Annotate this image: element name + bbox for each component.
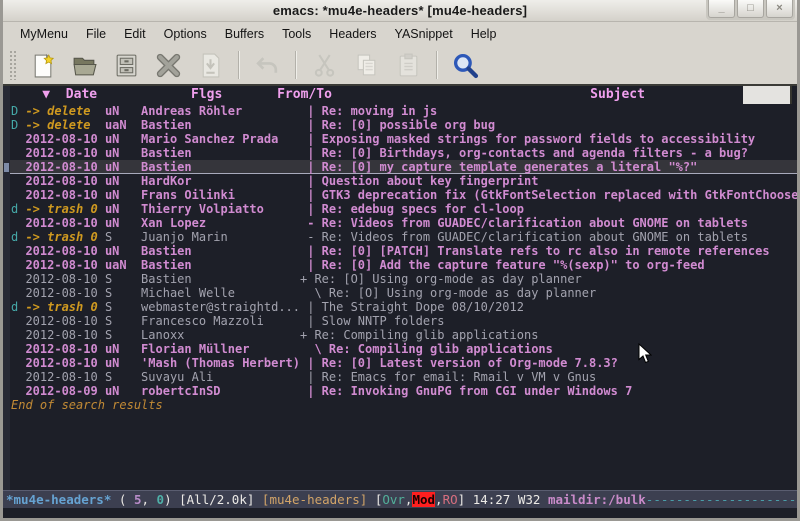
modeline-segment: Ovr xyxy=(382,492,405,507)
modeline-segment: 0 xyxy=(157,492,165,507)
new-file-button[interactable] xyxy=(24,48,60,82)
message-row[interactable]: 2012-08-10 uaN Bastien | Re: [0] Add the… xyxy=(3,258,797,272)
undo-icon xyxy=(254,52,281,79)
cut-icon xyxy=(311,52,338,79)
scrollbar-thumb[interactable] xyxy=(743,86,792,104)
save-button[interactable] xyxy=(108,48,144,82)
modeline-segment: RO xyxy=(443,492,458,507)
cut-button xyxy=(306,48,342,82)
modeline-segment: 14:27 W32 xyxy=(473,492,548,507)
save-as-icon xyxy=(197,52,224,79)
maximize-button[interactable]: □ xyxy=(737,0,764,18)
window-title: emacs: *mu4e-headers* [mu4e-headers] xyxy=(3,0,797,22)
modeline-segment: ---------------------------------------- xyxy=(646,492,797,507)
modeline-segment: maildir:/bulk xyxy=(548,492,646,507)
message-row[interactable]: 2012-08-10 uN 'Mash (Thomas Herbert) | R… xyxy=(3,356,797,370)
menu-options[interactable]: Options xyxy=(155,22,216,46)
message-row[interactable]: 2012-08-10 uN HardKor | Question about k… xyxy=(3,174,797,188)
message-row[interactable]: 2012-08-10 S Bastien + Re: [O] Using org… xyxy=(3,272,797,286)
modeline-segment: Mod xyxy=(412,492,435,507)
save-as-button xyxy=(192,48,228,82)
paste-icon xyxy=(395,52,422,79)
close-button[interactable]: × xyxy=(766,0,793,18)
message-row[interactable]: 2012-08-10 S Francesco Mazzoli | Slow NN… xyxy=(3,314,797,328)
toolbar-drag-handle[interactable] xyxy=(9,50,18,80)
message-row[interactable]: 2012-08-10 uN Bastien | Re: [0] [PATCH] … xyxy=(3,244,797,258)
message-row[interactable]: 2012-08-10 uN Florian Müllner \ Re: Comp… xyxy=(3,342,797,356)
message-row[interactable]: 2012-08-10 uN Bastien | Re: [0] Birthday… xyxy=(3,146,797,160)
message-row[interactable]: d -> trash 0 S webmaster@straightd... | … xyxy=(3,300,797,314)
modeline-segment: , xyxy=(435,492,443,507)
modeline-segment: ) xyxy=(164,492,179,507)
modeline-segment: [All/2.0k] xyxy=(179,492,262,507)
copy-icon xyxy=(353,52,380,79)
paste-button xyxy=(390,48,426,82)
message-list: D -> delete uN Andreas Röhler | Re: movi… xyxy=(3,104,797,398)
window-buttons: _□× xyxy=(706,0,795,20)
message-row[interactable]: 2012-08-10 S Lanoxx + Re: Compiling glib… xyxy=(3,328,797,342)
toolbar-separator xyxy=(295,51,297,79)
close-button[interactable] xyxy=(150,48,186,82)
menu-tools[interactable]: Tools xyxy=(273,22,320,46)
message-row[interactable]: 2012-08-10 S Michael Welle \ Re: [O] Usi… xyxy=(3,286,797,300)
title-bar[interactable]: emacs: *mu4e-headers* [mu4e-headers] _□× xyxy=(3,0,797,22)
mode-line: *mu4e-headers* ( 5, 0) [All/2.0k] [mu4e-… xyxy=(3,490,797,508)
message-row[interactable]: 2012-08-10 uN Mario Sanchez Prada | Expo… xyxy=(3,132,797,146)
modeline-segment: , xyxy=(141,492,156,507)
modeline-segment: ] xyxy=(458,492,473,507)
new-file-icon xyxy=(29,52,56,79)
copy-button xyxy=(348,48,384,82)
undo-button xyxy=(249,48,285,82)
save-icon xyxy=(113,52,140,79)
message-row[interactable]: 2012-08-10 uN Xan Lopez - Re: Videos fro… xyxy=(3,216,797,230)
modeline-segment: ( xyxy=(111,492,134,507)
toolbar xyxy=(3,46,797,86)
open-button[interactable] xyxy=(66,48,102,82)
message-row[interactable]: D -> delete uaN Bastien | Re: [0] possib… xyxy=(3,118,797,132)
open-icon xyxy=(71,52,98,79)
end-of-search-results: End of search results xyxy=(3,398,797,412)
close-icon xyxy=(155,52,182,79)
message-row-current[interactable]: 2012-08-10 uN Bastien | Re: [0] my captu… xyxy=(3,160,797,174)
message-row[interactable]: d -> trash 0 S Juanjo Marin - Re: Videos… xyxy=(3,230,797,244)
message-row[interactable]: 2012-08-10 uN Frans Oilinki | GTK3 depre… xyxy=(3,188,797,202)
menu-edit[interactable]: Edit xyxy=(115,22,155,46)
modeline-segment: *mu4e-headers* xyxy=(6,492,111,507)
menu-help[interactable]: Help xyxy=(462,22,506,46)
menu-mymenu[interactable]: MyMenu xyxy=(11,22,77,46)
menu-file[interactable]: File xyxy=(77,22,115,46)
left-fringe xyxy=(3,86,10,490)
current-line-fringe-marker xyxy=(4,163,9,172)
emacs-window: emacs: *mu4e-headers* [mu4e-headers] _□×… xyxy=(0,0,800,521)
toolbar-separator xyxy=(436,51,438,79)
toolbar-separator xyxy=(238,51,240,79)
menu-bar: MyMenuFileEditOptionsBuffersToolsHeaders… xyxy=(3,22,797,46)
search-icon xyxy=(452,52,479,79)
message-row[interactable]: 2012-08-09 uN robertcInSD | Re: Invoking… xyxy=(3,384,797,398)
message-row[interactable]: 2012-08-10 S Suvayu Ali | Re: Emacs for … xyxy=(3,370,797,384)
menu-yasnippet[interactable]: YASnippet xyxy=(386,22,462,46)
message-row[interactable]: d -> trash 0 uN Thierry Volpiatto | Re: … xyxy=(3,202,797,216)
modeline-segment: [mu4e-headers] xyxy=(262,492,375,507)
headers-column-header: ▼ Date Flgs From/To Subject xyxy=(3,86,797,104)
message-row[interactable]: D -> delete uN Andreas Röhler | Re: movi… xyxy=(3,104,797,118)
echo-area xyxy=(3,508,797,518)
minimize-button[interactable]: _ xyxy=(708,0,735,18)
mu4e-headers-buffer[interactable]: ▼ Date Flgs From/To Subject D -> delete … xyxy=(3,86,797,490)
menu-buffers[interactable]: Buffers xyxy=(216,22,273,46)
menu-headers[interactable]: Headers xyxy=(320,22,385,46)
mouse-pointer-icon xyxy=(638,343,652,364)
search-button[interactable] xyxy=(447,48,483,82)
